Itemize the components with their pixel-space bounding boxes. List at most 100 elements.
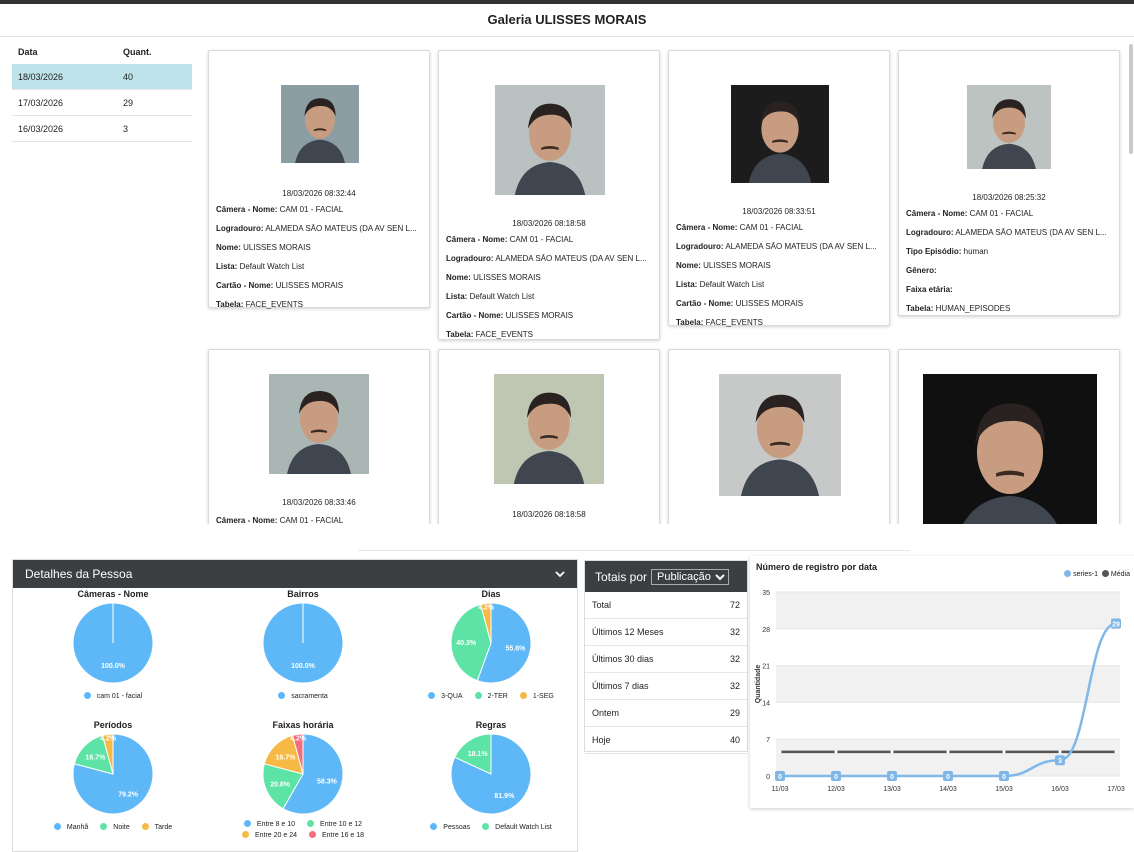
- field-value: CAM 01 - FACIAL: [967, 209, 1034, 218]
- gallery-card[interactable]: 18/03/2026 08:18:58 Câmera - Nome: CAM 01…: [438, 50, 660, 340]
- legend-label: Entre 8 e 10: [256, 821, 296, 828]
- gallery-card[interactable]: 18/03/2026 08:25:32 Câmera - Nome: CAM 01…: [898, 50, 1120, 316]
- field-label: Nome:: [676, 261, 701, 270]
- column-header-count: Quant.: [123, 47, 152, 57]
- field-value: human: [961, 247, 989, 256]
- legend-label: sacramenta: [291, 693, 328, 700]
- x-tick-label: 12/03: [827, 786, 845, 793]
- pie-title: Períodos: [93, 720, 133, 730]
- card-field: Tabela: FACE_EVENTS: [216, 300, 424, 319]
- legend-item[interactable]: cam 01 - facial: [81, 691, 146, 702]
- legend-item[interactable]: Entre 20 e 24: [239, 830, 300, 841]
- series-point-media: [946, 750, 950, 754]
- pie-legend: cam 01 - facial: [19, 691, 207, 702]
- legend-item[interactable]: Entre 10 e 12: [304, 819, 365, 830]
- gallery-card[interactable]: 18/03/2026 08:33:46 Câmera - Nome: CAM 01…: [208, 349, 430, 524]
- field-value: ALAMEDA SÃO MATEUS (DA AV SEN L...: [953, 228, 1107, 237]
- gallery-title: Galeria ULISSES MORAIS: [487, 12, 647, 27]
- legend-item[interactable]: 1-SEG: [517, 691, 557, 702]
- date-table-header: Data Quant.: [12, 40, 192, 64]
- face-photo[interactable]: [967, 85, 1051, 169]
- gallery-scrollbar[interactable]: [1129, 44, 1133, 154]
- face-photo[interactable]: [923, 374, 1097, 524]
- series-point-media: [1002, 750, 1006, 754]
- pie-chart-cell: Câmeras - Nome 100.0% cam 01 - facial: [19, 589, 207, 719]
- photo-timestamp: 18/03/2026 08:32:44: [282, 189, 356, 198]
- field-label: Câmera - Nome:: [216, 516, 278, 524]
- legend-item[interactable]: Default Watch List: [479, 822, 555, 833]
- totals-row-label: Últimos 7 dias: [592, 681, 649, 691]
- data-label: 0: [1002, 774, 1006, 781]
- totals-row-value: 40: [729, 735, 740, 745]
- y-axis-label: Quantidade: [755, 665, 762, 704]
- pie-chart-cell: Dias 55.6% 40.3% 4.2% 3-QUA 2-TER 1-SEG: [397, 589, 585, 719]
- data-label: 29: [1112, 622, 1120, 629]
- legend-item[interactable]: Tarde: [139, 822, 176, 833]
- face-photo[interactable]: [281, 85, 359, 163]
- card-fields: Câmera - Nome: CAM 01 - FACIAL: [216, 516, 424, 524]
- gallery-card[interactable]: 18/03/2026 08:18:58: [438, 349, 660, 524]
- gallery-card[interactable]: [668, 349, 890, 524]
- table-row[interactable]: 16/03/2026 3: [12, 116, 192, 142]
- chevron-down-icon[interactable]: [555, 570, 565, 578]
- card-field: Nome: ULISSES MORAIS: [676, 261, 884, 280]
- card-field: Tipo Episódio: human: [906, 247, 1114, 266]
- face-photo[interactable]: [269, 374, 369, 474]
- totals-row-label: Hoje: [592, 735, 611, 745]
- legend-item[interactable]: Pessoas: [427, 822, 473, 833]
- x-tick-label: 17/03: [1107, 786, 1125, 793]
- gallery-card[interactable]: 18/03/2026 08:33:51 Câmera - Nome: CAM 01…: [668, 50, 890, 327]
- card-field: Câmera - Nome: CAM 01 - FACIAL: [216, 516, 424, 524]
- card-field: Cartão - Nome: ULISSES MORAIS: [676, 299, 884, 318]
- legend-item[interactable]: sacramenta: [275, 691, 331, 702]
- pie-slice-label: 4.2%: [478, 605, 495, 612]
- card-field: Tabela: FACE_EVENTS: [676, 318, 884, 337]
- face-image: [731, 85, 829, 183]
- table-row[interactable]: 18/03/2026 40: [12, 64, 192, 90]
- field-label: Tabela:: [906, 304, 934, 313]
- field-label: Nome:: [216, 243, 241, 252]
- face-image: [495, 85, 605, 195]
- gallery-card[interactable]: 18/03/2026 08:32:44 Câmera - Nome: CAM 01…: [208, 50, 430, 309]
- publication-select[interactable]: Publicação: [651, 568, 730, 585]
- pie-slice-label: 20.8%: [270, 782, 291, 789]
- row-date: 17/03/2026: [18, 97, 64, 108]
- field-value: FACE_EVENTS: [703, 318, 763, 327]
- totals-row-label: Últimos 12 Meses: [592, 627, 664, 637]
- face-photo[interactable]: [731, 85, 829, 183]
- x-tick-label: 14/03: [939, 786, 957, 793]
- pie-slice-label: 100.0%: [101, 663, 126, 670]
- legend-item[interactable]: Entre 16 e 18: [306, 830, 367, 841]
- legend-item[interactable]: Noite: [97, 822, 132, 833]
- legend-item[interactable]: Manhã: [51, 822, 91, 833]
- legend-item[interactable]: 2-TER: [472, 691, 511, 702]
- field-value: CAM 01 - FACIAL: [737, 223, 804, 232]
- legend-item[interactable]: Entre 8 e 10: [241, 819, 298, 830]
- face-photo[interactable]: [495, 85, 605, 195]
- grid-band: [776, 592, 1120, 629]
- field-label: Cartão - Nome:: [676, 299, 734, 308]
- card-field: Nome: ULISSES MORAIS: [216, 243, 424, 262]
- divider: [358, 550, 910, 551]
- top-bar: [0, 0, 1134, 4]
- legend-item[interactable]: 3-QUA: [425, 691, 465, 702]
- totals-row-label: Total: [592, 600, 612, 610]
- pie-chart: 81.9% 18.1%: [450, 733, 532, 815]
- card-field: Lista: Default Watch List: [676, 280, 884, 299]
- card-field: Logradouro: ALAMEDA SÃO MATEUS (DA AV SE…: [216, 224, 424, 243]
- card-field: Logradouro: ALAMEDA SÃO MATEUS (DA AV SE…: [906, 228, 1114, 247]
- field-value: Default Watch List: [467, 292, 535, 301]
- line-chart-panel: Número de registro por data series-1 Méd…: [750, 556, 1134, 808]
- field-value: Default Watch List: [237, 262, 305, 271]
- gallery-card[interactable]: [898, 349, 1120, 524]
- totals-header: Totais por Publicação: [585, 561, 747, 592]
- person-details-header[interactable]: Detalhes da Pessoa: [13, 560, 577, 588]
- table-row[interactable]: 17/03/2026 29: [12, 90, 192, 116]
- face-photo[interactable]: [719, 374, 841, 496]
- totals-row: Hoje 40: [585, 727, 747, 754]
- field-value: ALAMEDA SÃO MATEUS (DA AV SEN L...: [723, 242, 877, 251]
- row-count: 3: [123, 123, 129, 134]
- legend-label: Pessoas: [443, 824, 471, 831]
- field-label: Logradouro:: [676, 242, 724, 251]
- face-photo[interactable]: [494, 374, 604, 484]
